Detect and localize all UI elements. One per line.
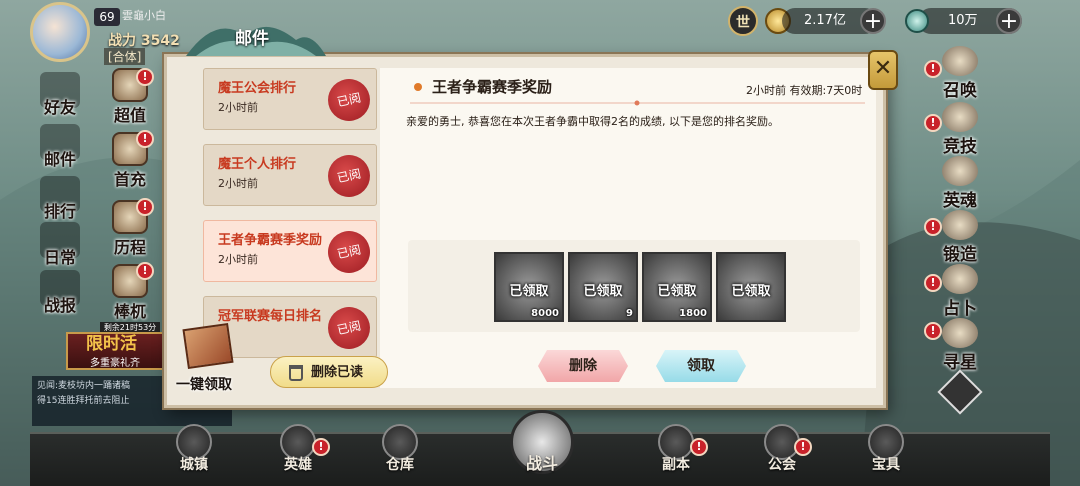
arena-icon (942, 102, 978, 132)
add-jade-button[interactable]: + (996, 8, 1022, 34)
summon-alert-badge: ! (924, 60, 942, 78)
arena-button[interactable]: 竞技 (932, 102, 988, 157)
reward-count: 9 (626, 308, 633, 319)
limited-event-banner[interactable]: 限时活 多重豪礼齐 (66, 332, 166, 370)
mail-detail-time: 2小时前 有效期:7天0时 (746, 84, 863, 97)
heroes-alert-badge: ! (312, 438, 330, 456)
add-gold-button[interactable]: + (860, 8, 886, 34)
taowu-alert-badge: ! (136, 262, 154, 280)
claimed-label: 已领取 (731, 284, 771, 299)
guild-alert-badge: ! (794, 438, 812, 456)
read-seal-icon: 已阅 (324, 303, 374, 353)
mail-item-time: 2小时前 (218, 101, 258, 114)
friends-button[interactable]: 好友 (30, 72, 90, 118)
mail-list-item[interactable]: 魔王个人排行 2小时前 已阅 (203, 144, 377, 206)
mail-item-title: 魔王公会排行 (218, 81, 297, 96)
hero-soul-icon (942, 156, 978, 186)
mail-item-title: 王者争霸赛季奖励 (218, 233, 323, 248)
read-seal-icon: 已阅 (324, 75, 374, 125)
mail-list-item-selected[interactable]: 王者争霸赛季奖励 2小时前 已阅 (203, 220, 377, 282)
first-recharge-alert-badge: ! (136, 130, 154, 148)
star-search-icon (942, 318, 978, 348)
star-search-alert-badge: ! (924, 322, 942, 340)
player-avatar[interactable] (30, 2, 90, 62)
journey-alert-badge: ! (136, 198, 154, 216)
reward-item[interactable]: 已领取 (716, 252, 786, 322)
nav-battle[interactable]: 战斗 (512, 436, 572, 474)
bullet-icon (414, 83, 422, 91)
divination-icon (942, 264, 978, 294)
claim-all-button[interactable]: 一键领取 (176, 374, 232, 394)
mail-list-item[interactable]: 魔王公会排行 2小时前 已阅 (203, 68, 377, 130)
mail-title: 邮件 (235, 29, 269, 49)
claimed-label: 已领取 (583, 284, 623, 299)
mail-item-title: 冠军联赛每日排名 (218, 309, 323, 324)
jade-icon (905, 9, 929, 33)
reward-item[interactable]: 已领取 9 (568, 252, 638, 322)
combat-power: 战力 3542 (108, 33, 180, 49)
divination-button[interactable]: 占卜 (932, 264, 988, 319)
forge-button[interactable]: 锻造 (932, 210, 988, 265)
reward-item[interactable]: 已领取 8000 (494, 252, 564, 322)
battle-report-button[interactable]: 战报 (30, 270, 90, 316)
reward-count: 1800 (679, 308, 707, 319)
reward-item[interactable]: 已领取 1800 (642, 252, 712, 322)
close-icon[interactable]: ✕ (868, 50, 898, 90)
title-divider (410, 100, 865, 106)
nav-warehouse[interactable]: 仓库 (370, 424, 430, 474)
arena-alert-badge: ! (924, 114, 942, 132)
mail-item-title: 魔王个人排行 (218, 157, 297, 172)
claimed-label: 已领取 (657, 284, 697, 299)
collapse-menu-button[interactable] (937, 369, 983, 415)
claim-button[interactable]: 领取 (656, 350, 746, 382)
world-channel-icon[interactable]: 世 (728, 6, 758, 36)
forge-alert-badge: ! (924, 218, 942, 236)
read-seal-icon: 已阅 (324, 151, 374, 201)
nav-treasure[interactable]: 宝具 (856, 424, 916, 474)
player-level: 69 (94, 8, 120, 26)
hero-soul-button[interactable]: 英魂 (932, 156, 988, 211)
reward-count: 8000 (531, 308, 559, 319)
claimed-label: 已领取 (509, 284, 549, 299)
mail-button[interactable]: 邮件 (30, 124, 90, 170)
mail-body-text: 亲爱的勇士, 恭喜您在本次王者争霸中取得2名的成绩, 以下是您的排名奖励。 (406, 115, 779, 128)
ranking-button[interactable]: 排行 (30, 176, 90, 222)
alliance-tag: [合体] (104, 48, 146, 65)
read-seal-icon: 已阅 (324, 227, 374, 277)
chest-icon[interactable] (182, 322, 234, 370)
dungeon-alert-badge: ! (690, 438, 708, 456)
mail-item-time: 2小时前 (218, 253, 258, 266)
nav-town[interactable]: 城镇 (164, 424, 224, 474)
mail-item-time: 2小时前 (218, 177, 258, 190)
trash-icon (289, 365, 303, 381)
summon-icon (942, 46, 978, 76)
mail-detail-title: 王者争霸赛季奖励 (432, 78, 553, 96)
delete-read-button[interactable]: 删除已读 (270, 356, 388, 388)
forge-icon (942, 210, 978, 240)
value-pack-alert-badge: ! (136, 68, 154, 86)
delete-button[interactable]: 删除 (538, 350, 628, 382)
daily-button[interactable]: 日常 (30, 222, 90, 268)
divination-alert-badge: ! (924, 274, 942, 292)
